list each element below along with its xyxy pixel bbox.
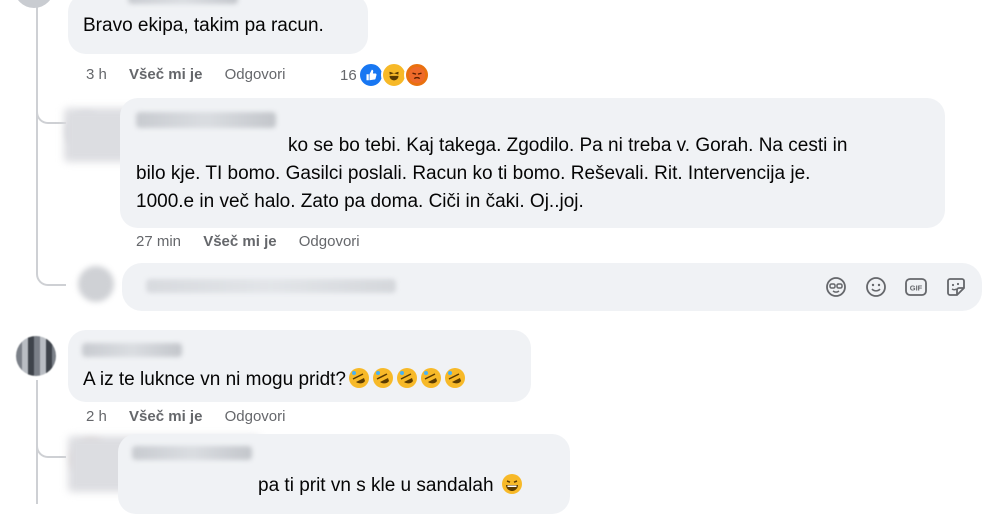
like-button[interactable]: Všeč mi je: [129, 408, 202, 425]
like-button[interactable]: Všeč mi je: [129, 66, 202, 83]
gif-label: GIF: [910, 284, 923, 293]
sticker-icon[interactable]: [944, 275, 968, 299]
comment-text-body: A iz te luknce vn ni mogu pridt?: [83, 369, 346, 390]
reply-button[interactable]: Odgovori: [225, 66, 286, 83]
thread-connector: [36, 430, 66, 458]
avatar: [78, 266, 114, 302]
like-button[interactable]: Všeč mi je: [203, 233, 276, 250]
comment-text: A iz te luknce vn ni mogu pridt?: [83, 365, 466, 395]
composer-placeholder: [146, 279, 396, 293]
reaction-count: 16: [340, 66, 357, 84]
avatar[interactable]: [16, 336, 56, 376]
comment-actions: 2 h Všeč mi je Odgovori: [86, 408, 303, 425]
rofl-emoji-icon: [418, 368, 442, 390]
rofl-emoji-icon: [442, 368, 466, 390]
comment-time[interactable]: 27 min: [136, 233, 181, 250]
avatar[interactable]: [14, 0, 54, 8]
comment-actions: 27 min Všeč mi je Odgovori: [136, 233, 378, 250]
comment-time[interactable]: 2 h: [86, 408, 107, 425]
reactions-summary[interactable]: 16: [340, 62, 430, 88]
comment-text: Bravo ekipa, takim pa racun.: [83, 15, 324, 36]
rofl-emoji-icon: [370, 368, 394, 390]
comment-text-body: pa ti prit vn s kle u sandalah: [258, 475, 494, 496]
comment-bubble: ko se bo tebi. Kaj takega. Zgodilo. Pa n…: [120, 98, 945, 228]
comment-text: ko se bo tebi. Kaj takega. Zgodilo. Pa n…: [288, 135, 848, 156]
grin-emoji-icon: [499, 474, 523, 496]
comment-text: bilo kje. TI bomo. Gasilci poslali. Racu…: [136, 163, 811, 184]
thread-line: [36, 0, 38, 270]
comment-text: pa ti prit vn s kle u sandalah: [258, 471, 523, 501]
gif-icon[interactable]: GIF: [904, 275, 928, 299]
thread-connector: [36, 96, 66, 124]
comment-author[interactable]: [82, 343, 182, 357]
angry-reaction-icon: [403, 62, 430, 88]
reply-button[interactable]: Odgovori: [225, 408, 286, 425]
rofl-emoji-icon: [394, 368, 418, 390]
thread-connector: [36, 258, 66, 286]
comment-author[interactable]: [132, 446, 252, 460]
reply-composer[interactable]: GIF: [122, 263, 982, 311]
comment-author[interactable]: [136, 112, 276, 128]
comment-time[interactable]: 3 h: [86, 66, 107, 83]
reply-button[interactable]: Odgovori: [299, 233, 360, 250]
comment-actions: 3 h Všeč mi je Odgovori: [86, 66, 303, 83]
comment-bubble: pa ti prit vn s kle u sandalah: [118, 434, 570, 514]
comment-text: 1000.e in več halo. Zato pa doma. Ciči i…: [136, 191, 584, 212]
rofl-emoji-icon: [346, 368, 370, 390]
like-reaction-icon: [357, 62, 384, 88]
avatar-sticker-icon[interactable]: [824, 275, 848, 299]
comment-bubble: Bravo ekipa, takim pa racun.: [68, 0, 368, 54]
emoji-icon[interactable]: [864, 275, 888, 299]
haha-reaction-icon: [380, 62, 407, 88]
comment-bubble: A iz te luknce vn ni mogu pridt?: [68, 330, 531, 402]
comment-author[interactable]: [128, 0, 238, 4]
